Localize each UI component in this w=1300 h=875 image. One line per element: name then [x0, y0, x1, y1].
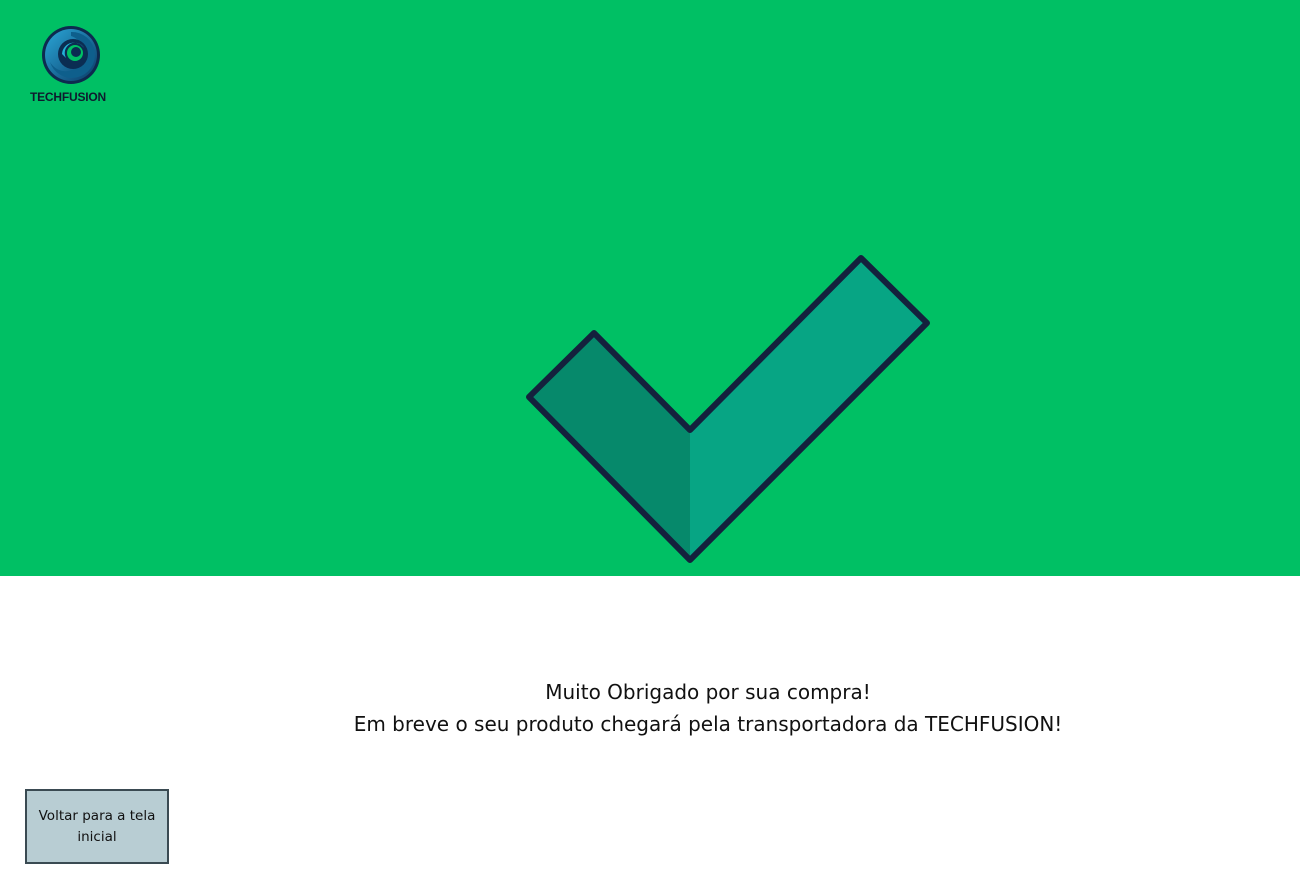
thank-you-line: Muito Obrigado por sua compra! [545, 680, 871, 704]
checkmark-icon [526, 255, 930, 563]
delivery-notice-line: Em breve o seu produto chegará pela tran… [353, 712, 1063, 736]
back-to-home-button[interactable]: Voltar para a tela inicial [25, 789, 169, 864]
checkmark-right-face [690, 258, 927, 560]
thank-you-message: Muito Obrigado por sua compra! Em breve … [0, 676, 1300, 740]
checkmark-left-face [529, 333, 690, 560]
success-banner: TECHFUSION [0, 0, 1300, 576]
